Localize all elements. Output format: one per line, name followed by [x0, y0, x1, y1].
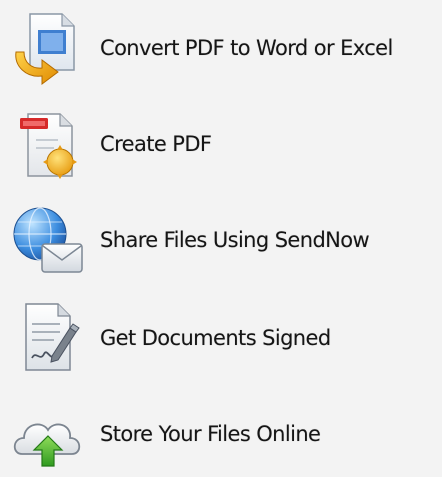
cloud-upload-icon [8, 394, 88, 474]
menu-item-label: Store Your Files Online [100, 422, 321, 446]
menu-item-label: Get Documents Signed [100, 326, 331, 350]
convert-pdf-icon [8, 8, 88, 88]
menu-item-convert-pdf[interactable]: Convert PDF to Word or Excel [0, 8, 442, 88]
share-globe-mail-icon [8, 200, 88, 280]
menu-item-label: Create PDF [100, 132, 212, 156]
create-pdf-icon [8, 104, 88, 184]
menu-item-get-signed[interactable]: Get Documents Signed [0, 298, 442, 378]
menu-item-create-pdf[interactable]: Create PDF [0, 104, 442, 184]
menu-item-share-sendnow[interactable]: Share Files Using SendNow [0, 200, 442, 280]
menu-item-label: Convert PDF to Word or Excel [100, 36, 393, 60]
menu-item-label: Share Files Using SendNow [100, 228, 370, 252]
sign-document-icon [8, 298, 88, 378]
menu-item-store-online[interactable]: Store Your Files Online [0, 394, 442, 474]
tools-menu: Convert PDF to Word or Excel Create PDF … [0, 0, 442, 477]
